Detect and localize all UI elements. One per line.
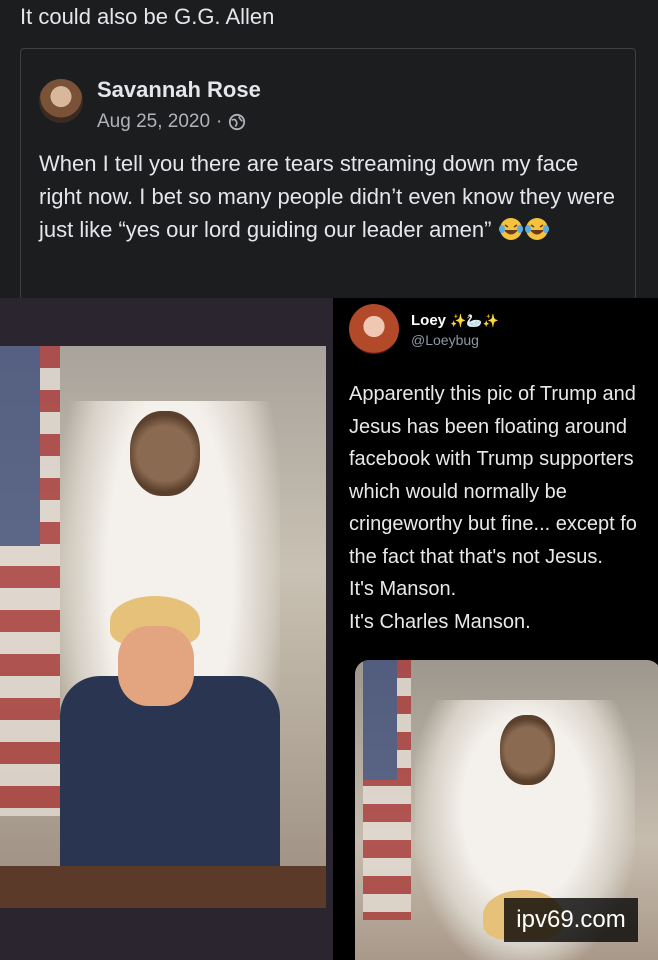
robed-figure-head — [130, 411, 200, 496]
tweet-name-decoration: ✨🦢✨ — [450, 313, 499, 328]
tweet-name-text: Loey — [411, 312, 447, 329]
post-date[interactable]: Aug 25, 2020 — [97, 111, 210, 133]
post-meta: Aug 25, 2020 · — [97, 111, 246, 133]
tweet-line: facebook with Trump supporters — [349, 448, 634, 470]
author-name[interactable]: Savannah Rose — [97, 77, 261, 103]
flag-graphic — [363, 660, 411, 920]
flag-graphic — [0, 346, 60, 816]
laughing-crying-emoji — [498, 218, 523, 240]
tweet-line: It's Charles Manson. — [349, 610, 531, 633]
painting-image — [0, 346, 326, 908]
author-avatar[interactable] — [39, 79, 83, 123]
robed-figure-head — [500, 715, 555, 785]
tweet-line: the fact that that's not Jesus. — [349, 545, 603, 568]
globe-icon — [229, 113, 246, 131]
laughing-crying-emoji — [524, 218, 549, 240]
post-body: When I tell you there are tears streamin… — [39, 147, 619, 246]
tweet-line: which would normally be — [349, 480, 567, 503]
post-image[interactable]: Loey ✨🦢✨ @Loeybug Apparently this pic of… — [0, 298, 658, 960]
shared-post-card[interactable]: Savannah Rose Aug 25, 2020 · When I tell… — [20, 48, 636, 300]
watermark: ipv69.com — [504, 898, 638, 942]
suited-figure-face — [118, 626, 194, 706]
tweet-line: cringeworthy but fine... except fo — [349, 513, 637, 535]
tweet-text: Apparently this pic of Trump and Jesus h… — [349, 378, 658, 638]
desk — [0, 866, 326, 908]
tweet-line: It's Manson. — [349, 578, 457, 600]
tweet-line: Apparently this pic of Trump and — [349, 383, 636, 405]
tweet-author-name: Loey ✨🦢✨ — [411, 312, 499, 329]
meta-separator: · — [216, 111, 223, 132]
tweet-avatar — [349, 304, 399, 354]
tweet-screenshot: Loey ✨🦢✨ @Loeybug Apparently this pic of… — [333, 298, 658, 960]
tweet-line: Jesus has been floating around — [349, 415, 627, 438]
comment-text: It could also be G.G. Allen — [20, 4, 275, 29]
tweet-handle: @Loeybug — [411, 332, 479, 348]
